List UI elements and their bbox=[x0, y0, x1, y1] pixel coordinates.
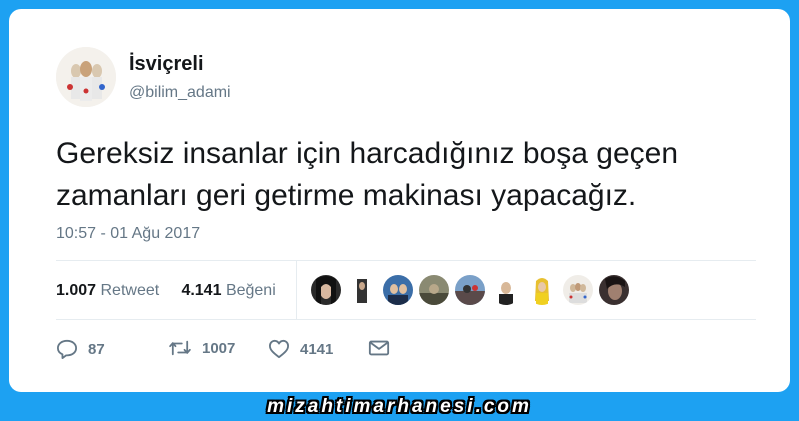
retweet-button[interactable]: 1007 bbox=[168, 339, 235, 357]
divider-bottom bbox=[56, 319, 756, 320]
tweet-card: İsviçreli @bilim_adami Gereksiz insanlar… bbox=[9, 9, 790, 392]
liker-avatar-6[interactable] bbox=[491, 275, 521, 305]
reply-button[interactable]: 87 bbox=[56, 339, 105, 359]
avatar-illustration-icon bbox=[56, 47, 116, 107]
profile-avatar[interactable] bbox=[56, 47, 116, 107]
retweet-stat[interactable]: 1.007 Retweet bbox=[56, 282, 159, 299]
like-button[interactable]: 4141 bbox=[268, 339, 333, 359]
divider-top bbox=[56, 260, 756, 261]
like-stat-count: 4.141 bbox=[181, 282, 222, 299]
heart-icon bbox=[268, 339, 289, 359]
retweet-count: 1007 bbox=[202, 339, 236, 357]
like-count: 4141 bbox=[300, 340, 334, 358]
liker-avatar-5[interactable] bbox=[455, 275, 485, 305]
liker-avatar-7[interactable] bbox=[527, 275, 557, 305]
envelope-icon bbox=[368, 340, 390, 356]
liker-avatar-3[interactable] bbox=[383, 275, 413, 305]
site-watermark: mizahtimarhanesi.com bbox=[267, 396, 532, 417]
direct-message-button[interactable] bbox=[368, 339, 390, 357]
like-stat[interactable]: 4.141 Beğeni bbox=[181, 282, 275, 299]
tweet-stats: 1.007 Retweet 4.141 Beğeni bbox=[56, 282, 276, 300]
retweet-stat-count: 1.007 bbox=[56, 282, 97, 299]
liker-avatar-2[interactable] bbox=[347, 275, 377, 305]
user-handle[interactable]: @bilim_adami bbox=[129, 84, 231, 102]
tweet-timestamp[interactable]: 10:57 - 01 Ağu 2017 bbox=[56, 225, 200, 243]
retweet-icon bbox=[169, 340, 191, 356]
reply-count: 87 bbox=[88, 340, 105, 358]
liker-avatar-4[interactable] bbox=[419, 275, 449, 305]
like-stat-label: Beğeni bbox=[225, 282, 276, 299]
reply-icon bbox=[57, 339, 77, 359]
liker-avatar-9[interactable] bbox=[599, 275, 629, 305]
liker-avatar-1[interactable] bbox=[311, 275, 341, 305]
tweet-text: Gereksiz insanlar için harcadığınız boşa… bbox=[56, 137, 679, 212]
stats-separator bbox=[296, 261, 297, 319]
display-name[interactable]: İsviçreli bbox=[129, 53, 204, 76]
retweet-stat-label: Retweet bbox=[100, 282, 160, 299]
liker-avatar-8[interactable] bbox=[563, 275, 593, 305]
